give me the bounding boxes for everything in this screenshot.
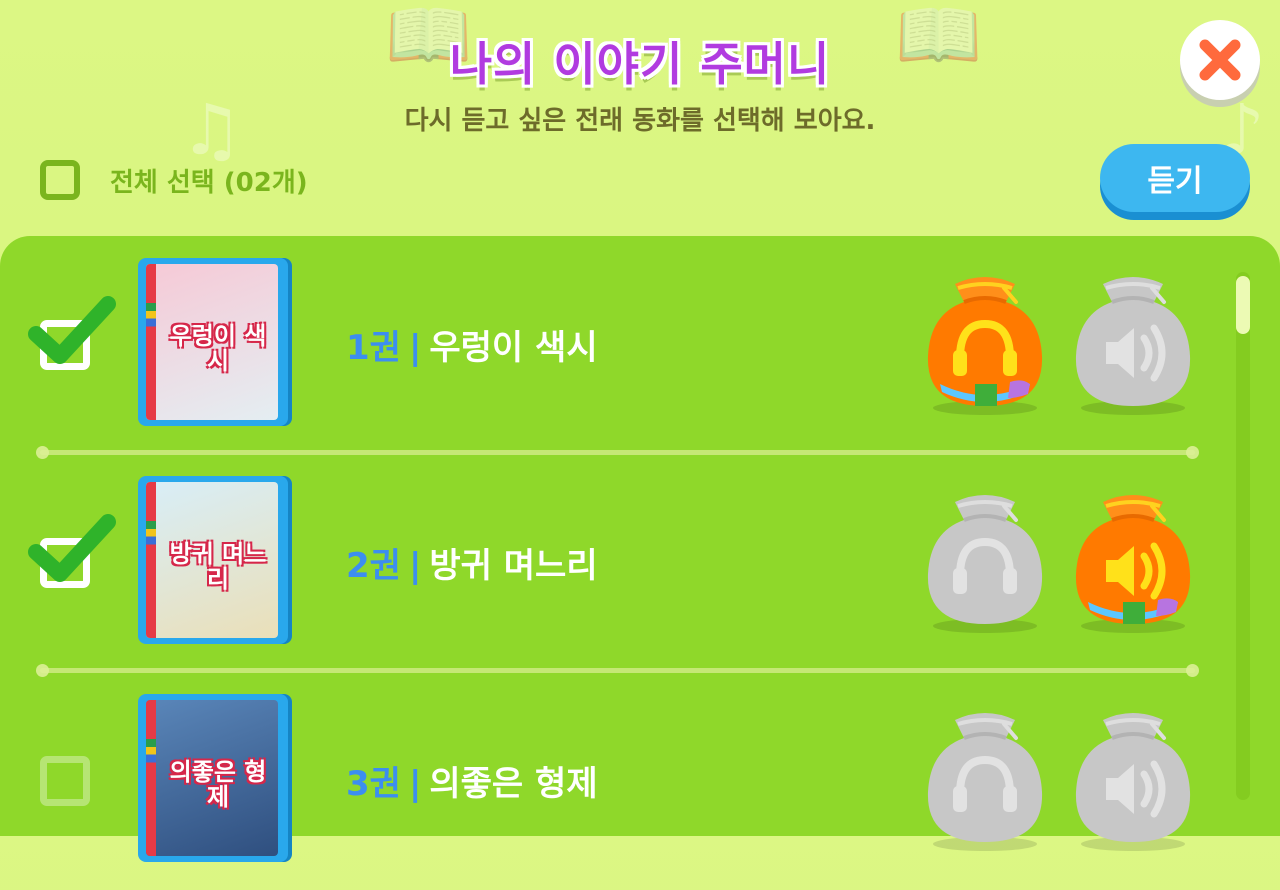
book-cover-art: 방귀 며느리 [146, 482, 278, 638]
speaker-icon [1068, 713, 1198, 856]
book-label: 1권 | 우렁이 색시 [346, 320, 598, 369]
speaker-icon [1068, 277, 1198, 420]
checkmark-icon [28, 296, 116, 364]
page-subtitle: 다시 듣고 싶은 전래 동화를 선택해 보아요. [404, 106, 876, 136]
book-volume: 2권 [346, 546, 401, 586]
book-checkbox[interactable] [28, 514, 116, 588]
label-separator: | [408, 764, 422, 804]
select-all-control[interactable]: 전체 선택 (02개) [40, 160, 308, 200]
cover-title: 우렁이 색시 [169, 322, 267, 376]
read-aloud-bag-button[interactable] [1068, 702, 1198, 852]
listen-button[interactable]: 듣기 [1100, 144, 1250, 212]
book-cover[interactable]: 의좋은 형제 [138, 694, 288, 862]
book-row[interactable]: 방귀 며느리 2권 | 방귀 며느리 [0, 454, 1230, 672]
book-cover-art: 우렁이 색시 [146, 264, 278, 420]
listen-bag-button[interactable] [920, 484, 1050, 634]
headphones-icon [920, 277, 1050, 420]
speaker-icon [1068, 495, 1198, 638]
book-title: 의좋은 형제 [429, 764, 598, 804]
book-label: 2권 | 방귀 며느리 [346, 538, 598, 587]
headphones-icon [920, 713, 1050, 856]
read-aloud-bag-button[interactable] [1068, 266, 1198, 416]
headphones-icon [920, 495, 1050, 638]
book-cover[interactable]: 우렁이 색시 [138, 258, 288, 426]
page-title: 나의 이야기 주머니 [449, 37, 831, 91]
book-cover[interactable]: 방귀 며느리 [138, 476, 288, 644]
cover-title: 의좋은 형제 [169, 758, 267, 812]
scrollbar[interactable] [1236, 272, 1250, 800]
book-title: 우렁이 색시 [429, 328, 598, 368]
read-aloud-bag-button[interactable] [1068, 484, 1198, 634]
book-row[interactable]: 우렁이 색시 1권 | 우렁이 색시 [0, 236, 1230, 454]
close-button[interactable] [1180, 20, 1260, 100]
close-icon [1199, 39, 1241, 81]
book-volume: 3권 [346, 764, 401, 804]
book-row[interactable]: 의좋은 형제 3권 | 의좋은 형제 [0, 672, 1230, 890]
scroll-thumb[interactable] [1236, 276, 1250, 334]
listen-bag-button[interactable] [920, 266, 1050, 416]
label-separator: | [408, 328, 422, 368]
label-separator: | [408, 546, 422, 586]
cover-spine [146, 700, 156, 856]
book-cover-art: 의좋은 형제 [146, 700, 278, 856]
book-checkbox[interactable] [40, 756, 90, 806]
select-all-label: 전체 선택 (02개) [110, 167, 308, 198]
listen-bag-button[interactable] [920, 702, 1050, 852]
book-volume: 1권 [346, 328, 401, 368]
select-all-checkbox[interactable] [40, 160, 80, 200]
book-checkbox[interactable] [28, 296, 116, 370]
cover-spine [146, 264, 156, 420]
checkbox-box [40, 756, 90, 806]
book-label: 3권 | 의좋은 형제 [346, 756, 598, 805]
cover-spine [146, 482, 156, 638]
book-title: 방귀 며느리 [429, 546, 598, 586]
cover-title: 방귀 며느리 [169, 540, 267, 594]
checkmark-icon [28, 514, 116, 582]
